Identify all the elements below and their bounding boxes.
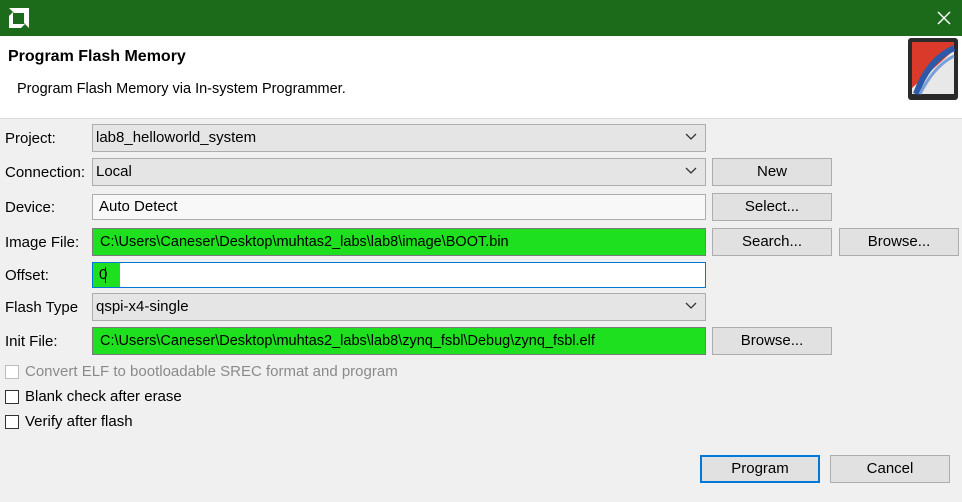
search-image-button[interactable]: Search... <box>712 228 832 256</box>
flash-type-select-value: qspi-x4-single <box>96 298 189 315</box>
chevron-down-icon <box>685 302 697 309</box>
blank-check-checkbox[interactable]: Blank check after erase <box>5 388 205 408</box>
flash-programmer-icon <box>906 36 960 102</box>
device-label: Device: <box>5 199 56 216</box>
checkbox-box <box>5 415 19 429</box>
image-file-label: Image File: <box>5 234 80 251</box>
flash-type-select[interactable]: qspi-x4-single <box>92 293 706 321</box>
init-file-value: C:\Users\Caneser\Desktop\muhtas2_labs\la… <box>100 333 595 349</box>
device-field[interactable]: Auto Detect <box>92 194 706 220</box>
offset-label: Offset: <box>5 267 49 284</box>
browse-image-button[interactable]: Browse... <box>839 228 959 256</box>
connection-select-value: Local <box>96 163 132 180</box>
new-connection-button[interactable]: New <box>712 158 832 186</box>
browse-init-button[interactable]: Browse... <box>712 327 832 355</box>
convert-elf-label: Convert ELF to bootloadable SREC format … <box>25 363 398 380</box>
cancel-button[interactable]: Cancel <box>830 455 950 483</box>
verify-label: Verify after flash <box>25 413 133 430</box>
project-select-value: lab8_helloworld_system <box>96 129 257 146</box>
close-button[interactable] <box>926 0 962 36</box>
chevron-down-icon <box>685 133 697 140</box>
dialog-description: Program Flash Memory via In-system Progr… <box>17 81 346 97</box>
close-icon <box>937 11 951 25</box>
flash-type-label: Flash Type <box>5 299 79 316</box>
chevron-down-icon <box>685 167 697 174</box>
init-file-field[interactable]: C:\Users\Caneser\Desktop\muhtas2_labs\la… <box>92 327 706 355</box>
connection-select[interactable]: Local <box>92 158 706 186</box>
init-file-label: Init File: <box>5 333 58 350</box>
program-button[interactable]: Program <box>700 455 820 483</box>
amd-logo-icon <box>9 8 29 28</box>
offset-value: 0 <box>99 266 108 283</box>
select-device-button[interactable]: Select... <box>712 193 832 221</box>
verify-checkbox[interactable]: Verify after flash <box>5 413 205 433</box>
offset-field[interactable]: 0 <box>92 262 706 288</box>
image-file-field[interactable]: C:\Users\Caneser\Desktop\muhtas2_labs\la… <box>92 228 706 256</box>
blank-check-label: Blank check after erase <box>25 388 182 405</box>
image-file-value: C:\Users\Caneser\Desktop\muhtas2_labs\la… <box>100 234 509 250</box>
text-caret <box>105 267 106 283</box>
checkbox-box <box>5 390 19 404</box>
dialog-title: Program Flash Memory <box>8 48 186 65</box>
project-label: Project: <box>5 130 56 147</box>
title-bar <box>0 0 962 36</box>
checkbox-box <box>5 365 19 379</box>
connection-label: Connection: <box>5 164 86 181</box>
convert-elf-checkbox[interactable]: Convert ELF to bootloadable SREC format … <box>5 363 425 383</box>
project-select[interactable]: lab8_helloworld_system <box>92 124 706 152</box>
